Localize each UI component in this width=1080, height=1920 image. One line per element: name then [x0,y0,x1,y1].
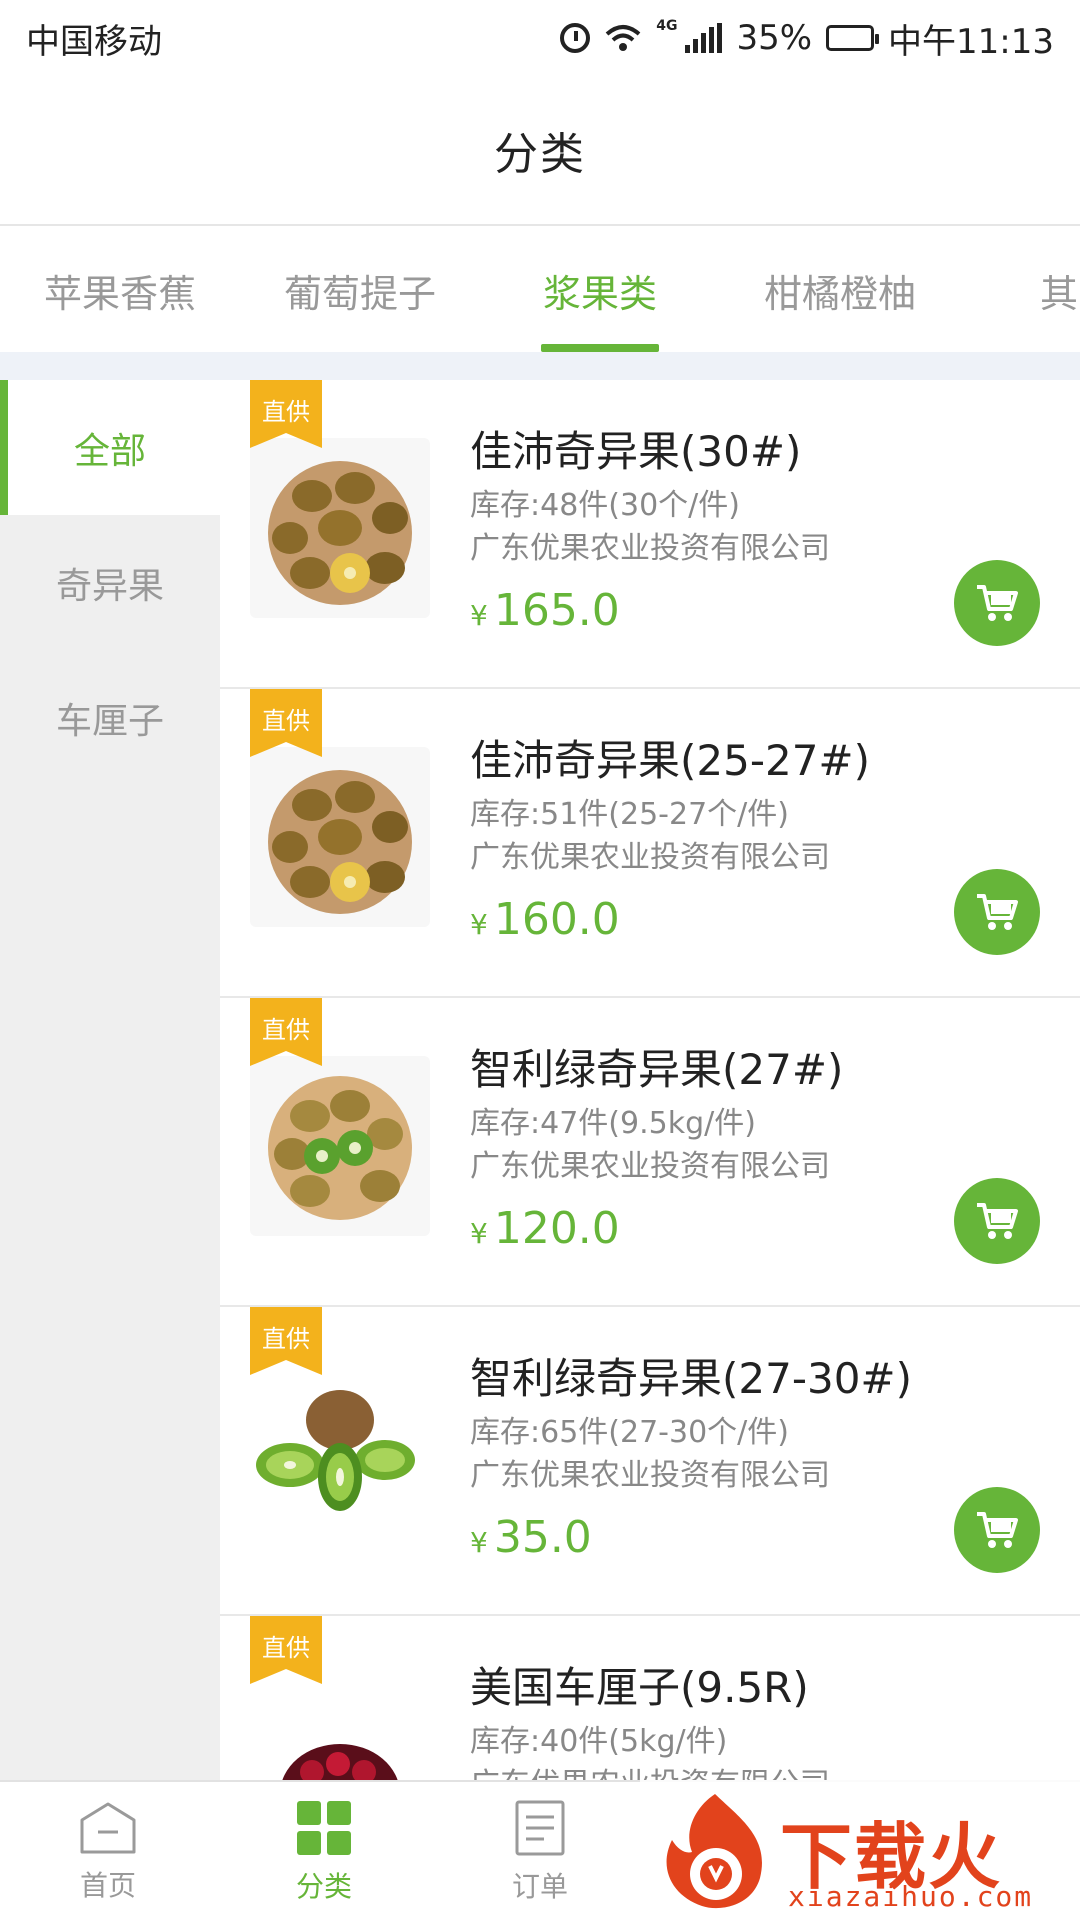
add-to-cart-button[interactable] [954,869,1040,955]
grid-icon [297,1801,351,1855]
product-price: ¥ 35.0 [470,1512,592,1563]
product-image[interactable] [250,438,430,618]
tab-other[interactable]: 其 [960,228,1080,352]
home-icon [80,1802,136,1854]
product-card[interactable]: 直供 智利绿奇异果(27#) 库存:47件(9.5kg/件) 广东优果农业投资有… [220,998,1080,1307]
cart-icon [977,1203,1018,1239]
category-tabs: 苹果香蕉 葡萄提子 浆果类 柑橘橙柚 其 [0,228,1080,352]
product-image[interactable] [250,1674,430,1780]
tab-label: 葡萄提子 [283,271,436,316]
product-price: ¥ 120.0 [470,1203,620,1254]
network-type: 4G [656,17,678,34]
tab-label: 柑橘橙柚 [763,271,916,316]
nav-category[interactable]: 分类 [216,1782,432,1920]
product-stock: 库存:40件(5kg/件) [470,1724,728,1759]
watermark-url: xiazaihuo.com [788,1880,1034,1913]
add-to-cart-button[interactable] [954,560,1040,646]
order-icon [515,1800,565,1856]
currency-symbol: ¥ [470,1217,488,1250]
currency-symbol: ¥ [470,599,488,632]
price-value: 120.0 [493,1203,620,1254]
subcategory-sidebar: 全部 奇异果 车厘子 [0,380,220,1780]
product-price: ¥ 160.0 [470,894,620,945]
product-name: 美国车厘子(9.5R) [470,1663,809,1712]
tab-label: 其 [1040,271,1079,316]
product-image[interactable] [250,1365,430,1545]
product-stock: 库存:51件(25-27个/件) [470,797,789,832]
nav-label: 订单 [511,1870,568,1903]
product-card[interactable]: 直供 美国车厘子(9.5R) 库存:40件(5kg/件) 广东优果农业投资有限公… [220,1616,1080,1780]
product-image[interactable] [250,1056,430,1236]
product-supplier: 广东优果农业投资有限公司 [470,531,830,566]
price-value: 165.0 [493,585,620,636]
currency-symbol: ¥ [470,908,488,941]
product-supplier: 广东优果农业投资有限公司 [470,1759,830,1780]
product-stock: 库存:65件(27-30个/件) [470,1415,789,1450]
flame-logo-icon [666,1794,762,1909]
signal-icon [685,23,723,53]
tab-berries[interactable]: 浆果类 [480,228,720,352]
cart-icon [977,1512,1018,1548]
tab-apple-banana[interactable]: 苹果香蕉 [0,228,240,352]
product-name: 佳沛奇异果(30#) [470,427,802,476]
clock: 中午11:13 [888,21,1054,62]
product-card[interactable]: 直供 智利绿奇异果(27-30#) 库存:65件(27-30个/件) 广东优果农… [220,1307,1080,1616]
sidebar-item-all[interactable]: 全部 [0,380,220,515]
page-title: 分类 [494,129,586,180]
status-icons: 4G 35% 中午11:13 [560,14,1054,63]
watermark: 下载火 xiazaihuo.com [640,1780,1080,1920]
header: 分类 [0,76,1080,226]
sidebar-item-label: 奇异果 [55,565,164,607]
add-to-cart-button[interactable] [954,1487,1040,1573]
nav-label: 首页 [79,1869,136,1902]
battery-percent: 35% [736,18,813,58]
sidebar-item-label: 车厘子 [55,700,164,742]
product-supplier: 广东优果农业投资有限公司 [470,1458,830,1493]
sidebar-item-cherry[interactable]: 车厘子 [0,650,220,785]
currency-symbol: ¥ [470,1526,488,1559]
battery-icon [826,25,880,51]
product-stock: 库存:48件(30个/件) [470,488,740,523]
cart-icon [977,894,1018,930]
alarm-icon [560,23,591,53]
price-value: 35.0 [493,1512,592,1563]
product-name: 智利绿奇异果(27#) [470,1045,844,1094]
product-image[interactable] [250,747,430,927]
product-list: 直供 佳沛奇异果(30#) 库存:48件(30个/件) 广东优果农业投资有限公司… [220,380,1080,1780]
product-supplier: 广东优果农业投资有限公司 [470,840,830,875]
sidebar-item-label: 全部 [73,430,146,472]
product-supplier: 广东优果农业投资有限公司 [470,1149,830,1184]
product-card[interactable]: 直供 佳沛奇异果(30#) 库存:48件(30个/件) 广东优果农业投资有限公司… [220,380,1080,689]
price-value: 160.0 [493,894,620,945]
product-card[interactable]: 直供 佳沛奇异果(25-27#) 库存:51件(25-27个/件) 广东优果农业… [220,689,1080,998]
product-name: 智利绿奇异果(27-30#) [470,1354,913,1403]
carrier-label: 中国移动 [26,21,162,62]
nav-home[interactable]: 首页 [0,1782,216,1920]
tabs-divider [0,352,1080,380]
product-price: ¥ 165.0 [470,585,620,636]
tab-label: 苹果香蕉 [43,271,196,316]
nav-label: 分类 [295,1870,352,1903]
nav-orders[interactable]: 订单 [432,1782,648,1920]
tab-grapes[interactable]: 葡萄提子 [240,228,480,352]
wifi-icon [605,25,641,51]
cart-icon [977,585,1018,621]
tab-label: 浆果类 [542,271,657,316]
status-bar: 中国移动 4G 35% 中午11:13 [0,0,1080,76]
product-name: 佳沛奇异果(25-27#) [470,736,871,785]
add-to-cart-button[interactable] [954,1178,1040,1264]
sidebar-item-kiwi[interactable]: 奇异果 [0,515,220,650]
tab-citrus[interactable]: 柑橘橙柚 [720,228,960,352]
product-stock: 库存:47件(9.5kg/件) [470,1106,756,1141]
